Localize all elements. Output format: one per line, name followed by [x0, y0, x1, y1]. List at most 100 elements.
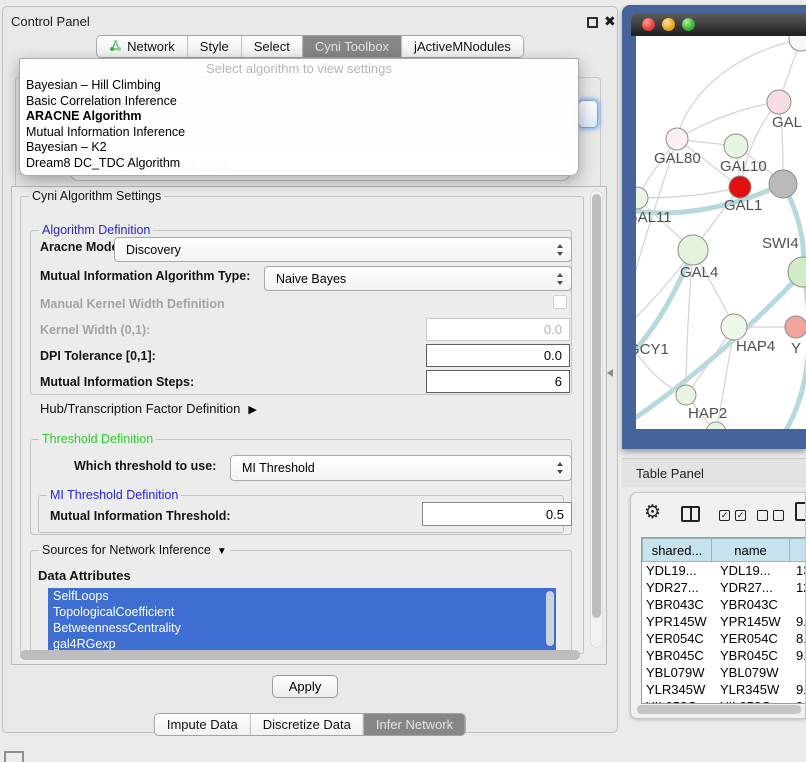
network-node-gal[interactable]	[767, 90, 791, 114]
cyni-settings-panel: Cyni Algorithm Settings Algorithm Defini…	[11, 186, 607, 665]
close-traffic-light[interactable]	[642, 18, 655, 31]
zoom-traffic-light[interactable]	[682, 18, 695, 31]
aracne-mode-select[interactable]: Discovery	[114, 237, 572, 262]
node-label: GAL1	[724, 197, 762, 214]
mi-steps-field[interactable]: 6	[426, 370, 570, 393]
hub-definition-toggle[interactable]: Hub/Transcription Factor Definition▶	[40, 401, 257, 416]
tab-jactivemnodules[interactable]: jActiveMNodules	[401, 36, 523, 57]
mi-threshold-label: Mutual Information Threshold:	[50, 509, 231, 523]
column-header[interactable]	[790, 538, 806, 562]
groupbox-title: Algorithm Definition	[39, 223, 153, 237]
table-header-row: shared... name	[642, 538, 806, 562]
checked-checkbox-icon[interactable]: ✓	[735, 510, 746, 521]
table-row[interactable]: YIL052CYIL052C9.	[642, 698, 806, 703]
table-row[interactable]: YER054CYER054C8.	[642, 630, 806, 647]
column-header[interactable]: name	[712, 538, 790, 562]
algorithm-dropdown-popup: Select algorithm to view settings Bayesi…	[19, 58, 579, 176]
network-node-gal80[interactable]	[666, 128, 688, 150]
stepper-arrows-icon	[557, 244, 564, 256]
network-node-gal1[interactable]	[729, 176, 751, 198]
cyni-bottom-tabbar: Impute Data Discretize Data Infer Networ…	[154, 713, 466, 736]
network-node[interactable]	[769, 170, 797, 198]
minimized-panel-icon[interactable]	[4, 751, 24, 762]
aracne-mode-label: Aracne Mode:	[40, 240, 123, 254]
table-horizontal-scrollbar[interactable]	[637, 705, 801, 714]
document-icon[interactable]	[795, 502, 806, 521]
network-canvas[interactable]: GALGAL80GAL10GAL1GAL11GAL4SWI4GCY1HAP4YH…	[636, 36, 806, 429]
table-cell: YER054C	[642, 630, 712, 647]
table-row[interactable]: YBL079WYBL079W	[642, 664, 806, 681]
panel-splitter-handle[interactable]	[607, 369, 613, 377]
settings-vertical-scrollbar[interactable]	[590, 190, 603, 648]
checked-checkbox-icon[interactable]: ✓	[719, 510, 730, 521]
network-node-hap2[interactable]	[676, 385, 696, 405]
table-cell: YBR045C	[712, 647, 790, 664]
algorithm-list: Bayesian – Hill ClimbingBasic Correlatio…	[20, 78, 578, 171]
tab-discretize-data[interactable]: Discretize Data	[250, 714, 363, 735]
table-cell: YIL052C	[642, 698, 712, 703]
unchecked-checkbox-icon[interactable]	[757, 510, 768, 521]
attribute-item[interactable]: SelfLoops	[48, 588, 556, 604]
table-cell: 8.	[790, 630, 806, 647]
node-label: GAL80	[654, 150, 701, 167]
manual-kernel-checkbox[interactable]	[553, 295, 567, 309]
table-cell: YBL079W	[642, 664, 712, 681]
data-attributes-label: Data Attributes	[38, 568, 131, 583]
expanded-arrow-icon: ▼	[217, 546, 227, 557]
column-header[interactable]: shared...	[642, 538, 712, 562]
control-panel-tabbar: Network Style Select Cyni Toolbox jActiv…	[96, 35, 524, 58]
table-cell: 9.	[790, 647, 806, 664]
minimize-traffic-light[interactable]	[662, 18, 675, 31]
network-graph: GALGAL80GAL10GAL1GAL11GAL4SWI4GCY1HAP4YH…	[636, 36, 806, 429]
table-row[interactable]: YPR145WYPR145W9.	[642, 613, 806, 630]
unchecked-checkbox-icon[interactable]	[773, 510, 784, 521]
settings-horizontal-scrollbar[interactable]	[20, 650, 580, 660]
data-attributes-list[interactable]: SelfLoopsTopologicalCoefficientBetweenne…	[48, 588, 556, 652]
tab-cyni-toolbox[interactable]: Cyni Toolbox	[302, 36, 401, 57]
tab-impute-data[interactable]: Impute Data	[155, 714, 250, 735]
table-cell: YBR043C	[712, 596, 790, 613]
node-label: GAL4	[680, 264, 718, 281]
tab-network[interactable]: Network	[97, 36, 187, 57]
close-icon[interactable]: ✖	[604, 13, 616, 30]
sources-toggle[interactable]: Sources for Network Inference▼	[39, 543, 230, 557]
algorithm-option[interactable]: Dream8 DC_TDC Algorithm	[20, 156, 578, 172]
columns-icon[interactable]	[681, 506, 700, 522]
dpi-tolerance-field[interactable]: 0.0	[426, 344, 570, 367]
algorithm-combobox-stepper[interactable]	[578, 100, 598, 128]
list-scrollbar[interactable]	[546, 591, 554, 646]
tab-style[interactable]: Style	[187, 36, 241, 57]
algorithm-option[interactable]: ARACNE Algorithm	[20, 109, 578, 125]
mi-threshold-field[interactable]: 0.5	[422, 502, 572, 526]
table-row[interactable]: YBR045CYBR045C9.	[642, 647, 806, 664]
network-node-gal4[interactable]	[678, 235, 708, 265]
kernel-width-field: 0.0	[426, 318, 570, 341]
tab-select[interactable]: Select	[241, 36, 302, 57]
algorithm-option[interactable]: Bayesian – K2	[20, 140, 578, 156]
table-row[interactable]: YDL19...YDL19...13	[642, 562, 806, 579]
table-row[interactable]: YBR043CYBR043C	[642, 596, 806, 613]
network-node-y[interactable]	[785, 316, 806, 338]
attribute-item[interactable]: BetweennessCentrality	[48, 620, 556, 636]
gear-icon[interactable]: ⚙	[644, 501, 661, 524]
tab-infer-network[interactable]: Infer Network	[363, 714, 465, 735]
network-window-titlebar[interactable]	[631, 13, 806, 36]
network-node-gal11[interactable]	[636, 187, 648, 209]
mi-algorithm-type-select[interactable]: Naive Bayes	[264, 266, 572, 291]
which-threshold-select[interactable]: MI Threshold	[230, 455, 572, 481]
table-row[interactable]: YLR345WYLR345W9.	[642, 681, 806, 698]
network-node[interactable]	[789, 36, 806, 51]
node-label: GAL10	[720, 158, 767, 175]
algorithm-option[interactable]: Bayesian – Hill Climbing	[20, 78, 578, 94]
float-window-icon[interactable]	[587, 17, 598, 28]
algorithm-option[interactable]: Basic Correlation Inference	[20, 94, 578, 110]
scrollbar-thumb[interactable]	[592, 194, 601, 618]
network-node-gal10[interactable]	[724, 134, 748, 158]
network-node-hap4[interactable]	[721, 314, 747, 340]
groupbox-title: MI Threshold Definition	[47, 488, 181, 502]
apply-button[interactable]: Apply	[272, 675, 338, 698]
algorithm-option[interactable]: Mutual Information Inference	[20, 125, 578, 141]
table-cell: YLR345W	[642, 681, 712, 698]
table-row[interactable]: YDR27...YDR27...12	[642, 579, 806, 596]
attribute-item[interactable]: TopologicalCoefficient	[48, 604, 556, 620]
